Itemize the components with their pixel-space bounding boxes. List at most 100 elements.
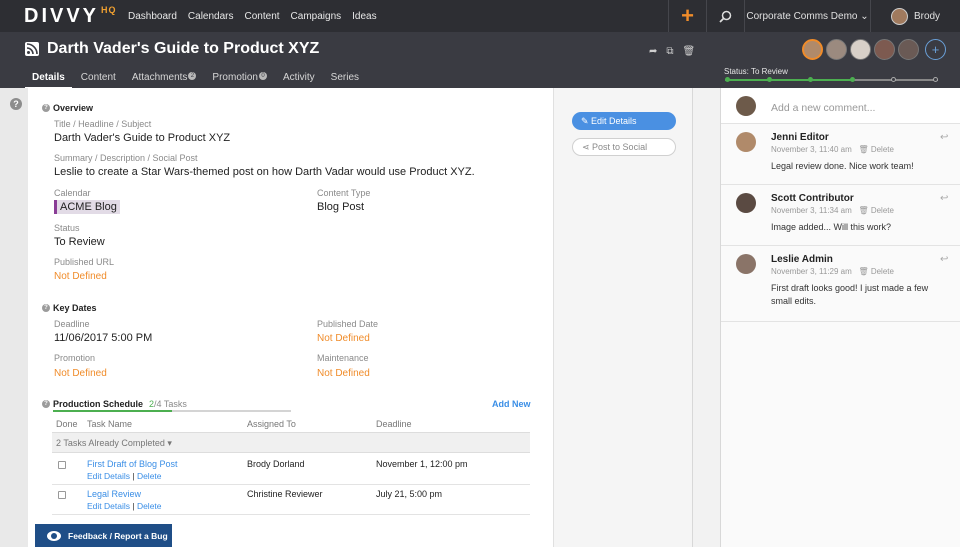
collaborator-avatar[interactable] (802, 39, 823, 60)
add-collaborator-button[interactable]: + (925, 39, 946, 60)
delete-comment-link[interactable]: 🗑 Delete (858, 206, 894, 215)
logo-text: DIVVY (24, 5, 100, 27)
task-actions: Edit Details | Delete (87, 501, 162, 511)
task-name-link[interactable]: First Draft of Blog Post (87, 459, 178, 469)
trash-icon[interactable]: 🗑 (683, 46, 696, 57)
comment-author: Jenni Editor (771, 132, 829, 143)
content-type-value: Blog Post (317, 201, 365, 213)
promotion-badge: 0 (259, 72, 267, 80)
post-to-social-button[interactable]: ⋖ Post to Social (572, 138, 676, 156)
delete-link[interactable]: Delete (137, 471, 162, 481)
title-value: Darth Vader's Guide to Product XYZ (54, 132, 231, 144)
tab-content[interactable]: Content (74, 72, 123, 89)
nav-dashboard[interactable]: Dashboard (128, 11, 177, 22)
status-field-label: Status (54, 223, 80, 233)
deadline-value: 11/06/2017 5:00 PM (54, 332, 153, 344)
content-tabs: Details Content Attachments 2 Promotion 0 … (25, 72, 368, 89)
status-label: Status: To Review (724, 67, 788, 76)
nav-ideas[interactable]: Ideas (352, 11, 376, 22)
status-progress-track[interactable] (725, 77, 938, 82)
reply-icon[interactable]: ↩ (940, 254, 948, 265)
completed-tasks-toggle[interactable]: 2 Tasks Already Completed ▾ (52, 432, 530, 453)
task-name-link[interactable]: Legal Review (87, 489, 141, 499)
add-new-task-link[interactable]: Add New (492, 399, 531, 409)
delete-comment-link[interactable]: 🗑 Delete (858, 267, 894, 276)
copy-icon[interactable]: ⧉ (666, 46, 673, 57)
tab-promotion[interactable]: Promotion 0 (205, 72, 274, 89)
status-step-dot[interactable] (808, 77, 814, 82)
comment-meta: November 3, 11:29 am 🗑 Delete (771, 267, 894, 276)
nav-calendars[interactable]: Calendars (188, 11, 234, 22)
status-step-dot[interactable] (766, 77, 772, 82)
status-step-dot[interactable] (933, 77, 938, 82)
comment-text: First draft looks good! I just made a fe… (771, 283, 929, 306)
table-row: First Draft of Blog Post Edit Details | … (52, 455, 530, 485)
status-step-dot[interactable] (725, 77, 730, 82)
published-url-value: Not Defined (54, 271, 107, 282)
calendar-chip: ACME Blog (54, 200, 120, 214)
logo-hq-text: HQ (101, 5, 117, 15)
comment-text: Legal review done. Nice work team! (771, 161, 914, 171)
help-icon[interactable]: ? (10, 98, 22, 110)
collaborator-avatar[interactable] (826, 39, 847, 60)
summary-value: Leslie to create a Star Wars-themed post… (54, 166, 475, 178)
task-assignee: Brody Dorland (247, 459, 305, 469)
comment-time: November 3, 11:29 am (771, 267, 852, 276)
task-done-checkbox[interactable] (58, 461, 66, 469)
task-done-checkbox[interactable] (58, 491, 66, 499)
tab-activity[interactable]: Activity (276, 72, 322, 89)
status-step-dot[interactable] (891, 77, 897, 82)
tab-details[interactable]: Details (25, 72, 72, 89)
content-type-label: Content Type (317, 188, 371, 198)
workspace-dropdown[interactable]: Corporate Comms Demo ⌄ (744, 0, 870, 32)
edit-details-button[interactable]: ✎ Edit Details (572, 112, 676, 130)
comment-time: November 3, 11:34 am (771, 206, 852, 215)
feedback-button[interactable]: Feedback / Report a Bug (35, 524, 172, 547)
tab-series[interactable]: Series (324, 72, 366, 89)
task-table-header: Done Task Name Assigned To Deadline (52, 419, 530, 433)
share-icon[interactable]: ➦ (649, 46, 657, 57)
nav-campaigns[interactable]: Campaigns (291, 11, 342, 22)
question-icon[interactable]: ? (42, 104, 50, 112)
user-menu[interactable]: Brody (870, 0, 960, 32)
published-date-value: Not Defined (317, 333, 370, 344)
column-deadline: Deadline (376, 419, 412, 429)
key-dates-heading: ? Key Dates (42, 303, 97, 313)
edit-details-link[interactable]: Edit Details (87, 501, 130, 511)
production-progress-fill (53, 410, 172, 412)
reply-icon[interactable]: ↩ (940, 193, 948, 204)
collaborator-avatar[interactable] (874, 39, 895, 60)
details-panel: ? Overview Title / Headline / Subject Dar… (28, 88, 553, 547)
promotion-label: Promotion (54, 353, 96, 363)
question-icon[interactable]: ? (42, 304, 50, 312)
collaborator-avatar[interactable] (898, 39, 919, 60)
comment-time: November 3, 11:40 am (771, 145, 852, 154)
reply-icon[interactable]: ↩ (940, 132, 948, 143)
production-heading: ? Production Schedule 2/4 Tasks (42, 399, 187, 409)
production-progress-bar (53, 410, 291, 412)
task-assignee: Christine Reviewer (247, 489, 323, 499)
collaborator-avatar[interactable] (850, 39, 871, 60)
delete-comment-link[interactable]: 🗑 Delete (858, 145, 894, 154)
avatar (736, 254, 756, 274)
search-icon[interactable] (706, 0, 744, 32)
delete-link[interactable]: Delete (137, 501, 162, 511)
user-name: Brody (913, 10, 941, 22)
left-gutter: ? (0, 88, 28, 547)
rss-icon (25, 42, 39, 56)
question-icon[interactable]: ? (42, 400, 50, 408)
plus-icon[interactable]: + (668, 0, 706, 32)
comment-item: Jenni Editor November 3, 11:40 am 🗑 Dele… (721, 124, 960, 185)
comment-author: Leslie Admin (771, 254, 833, 265)
divvyhq-logo[interactable]: DIVVY HQ (24, 5, 128, 27)
edit-details-link[interactable]: Edit Details (87, 471, 130, 481)
nav-content[interactable]: Content (245, 11, 280, 22)
comment-input[interactable]: Add a new comment... (771, 102, 875, 114)
column-task-name: Task Name (87, 419, 133, 429)
tab-attachments[interactable]: Attachments 2 (125, 72, 204, 89)
status-step-dot[interactable] (849, 77, 855, 82)
comment-meta: November 3, 11:34 am 🗑 Delete (771, 206, 894, 215)
title-row: Darth Vader's Guide to Product XYZ (25, 40, 319, 58)
task-deadline: July 21, 5:00 pm (376, 489, 443, 499)
title-actions: ➦ ⧉ 🗑 (649, 46, 704, 57)
